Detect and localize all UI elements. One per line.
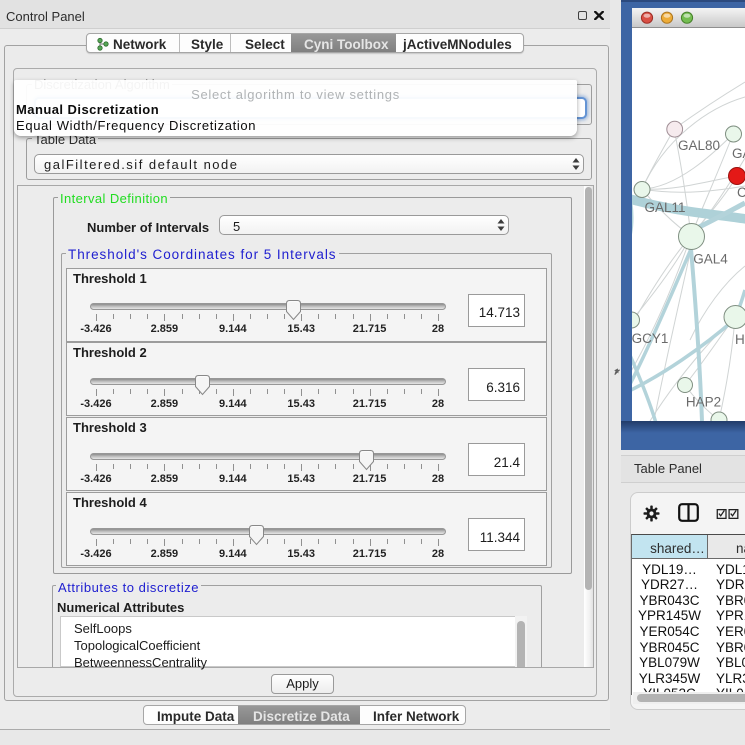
svg-text:H: H bbox=[735, 332, 745, 347]
svg-text:GAL80: GAL80 bbox=[678, 138, 720, 153]
svg-text:C: C bbox=[737, 185, 745, 200]
svg-text:HAP2: HAP2 bbox=[686, 395, 721, 410]
svg-text:GAL11: GAL11 bbox=[644, 200, 685, 215]
svg-text:GCY1: GCY1 bbox=[632, 331, 668, 346]
svg-text:GA: GA bbox=[732, 146, 745, 161]
svg-text:GAL4: GAL4 bbox=[693, 252, 728, 267]
